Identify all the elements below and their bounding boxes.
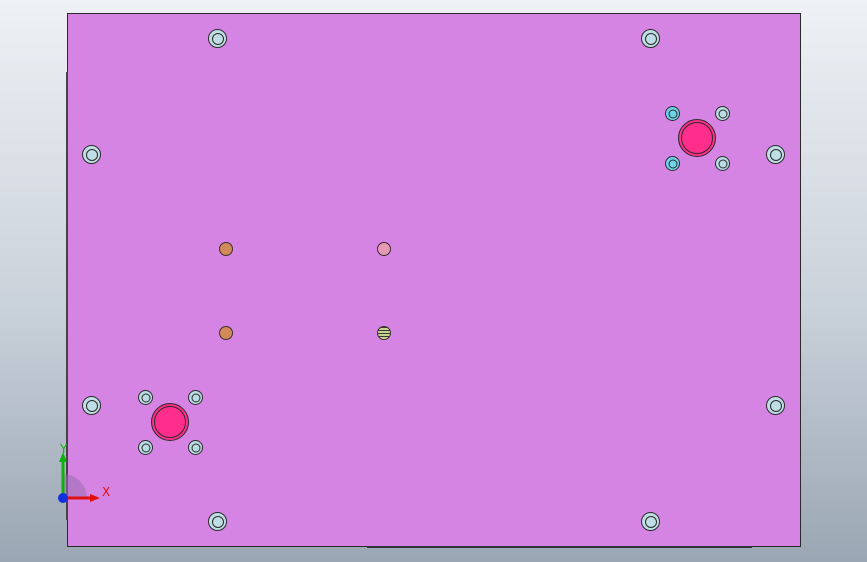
dowel-pin[interactable] xyxy=(219,242,233,256)
dowel-pin[interactable] xyxy=(377,242,391,256)
small-hole[interactable] xyxy=(188,440,203,455)
dowel-pin[interactable] xyxy=(219,326,233,340)
small-hole[interactable] xyxy=(188,390,203,405)
triad-z-axis xyxy=(58,493,68,503)
counterbored-hole[interactable] xyxy=(151,403,189,441)
triad-plane-arc xyxy=(63,474,87,498)
mounting-hole[interactable] xyxy=(82,145,101,164)
mounting-hole[interactable] xyxy=(208,512,227,531)
small-hole[interactable] xyxy=(665,156,680,171)
mounting-hole[interactable] xyxy=(82,396,101,415)
cad-viewport[interactable]: X Y xyxy=(0,0,867,562)
triad-x-arrow xyxy=(90,494,100,502)
threaded-hole[interactable] xyxy=(377,326,391,340)
mounting-hole[interactable] xyxy=(641,29,660,48)
triad-y-label: Y xyxy=(60,442,68,456)
plate-edge xyxy=(367,546,752,548)
counterbored-hole[interactable] xyxy=(678,119,716,157)
plate-face[interactable] xyxy=(67,13,801,547)
small-hole[interactable] xyxy=(715,106,730,121)
mounting-hole[interactable] xyxy=(208,29,227,48)
mounting-hole[interactable] xyxy=(641,512,660,531)
mounting-hole[interactable] xyxy=(766,145,785,164)
small-hole[interactable] xyxy=(138,390,153,405)
mounting-hole[interactable] xyxy=(766,396,785,415)
triad-x-label: X xyxy=(102,485,111,499)
small-hole[interactable] xyxy=(665,106,680,121)
small-hole[interactable] xyxy=(138,440,153,455)
small-hole[interactable] xyxy=(715,156,730,171)
